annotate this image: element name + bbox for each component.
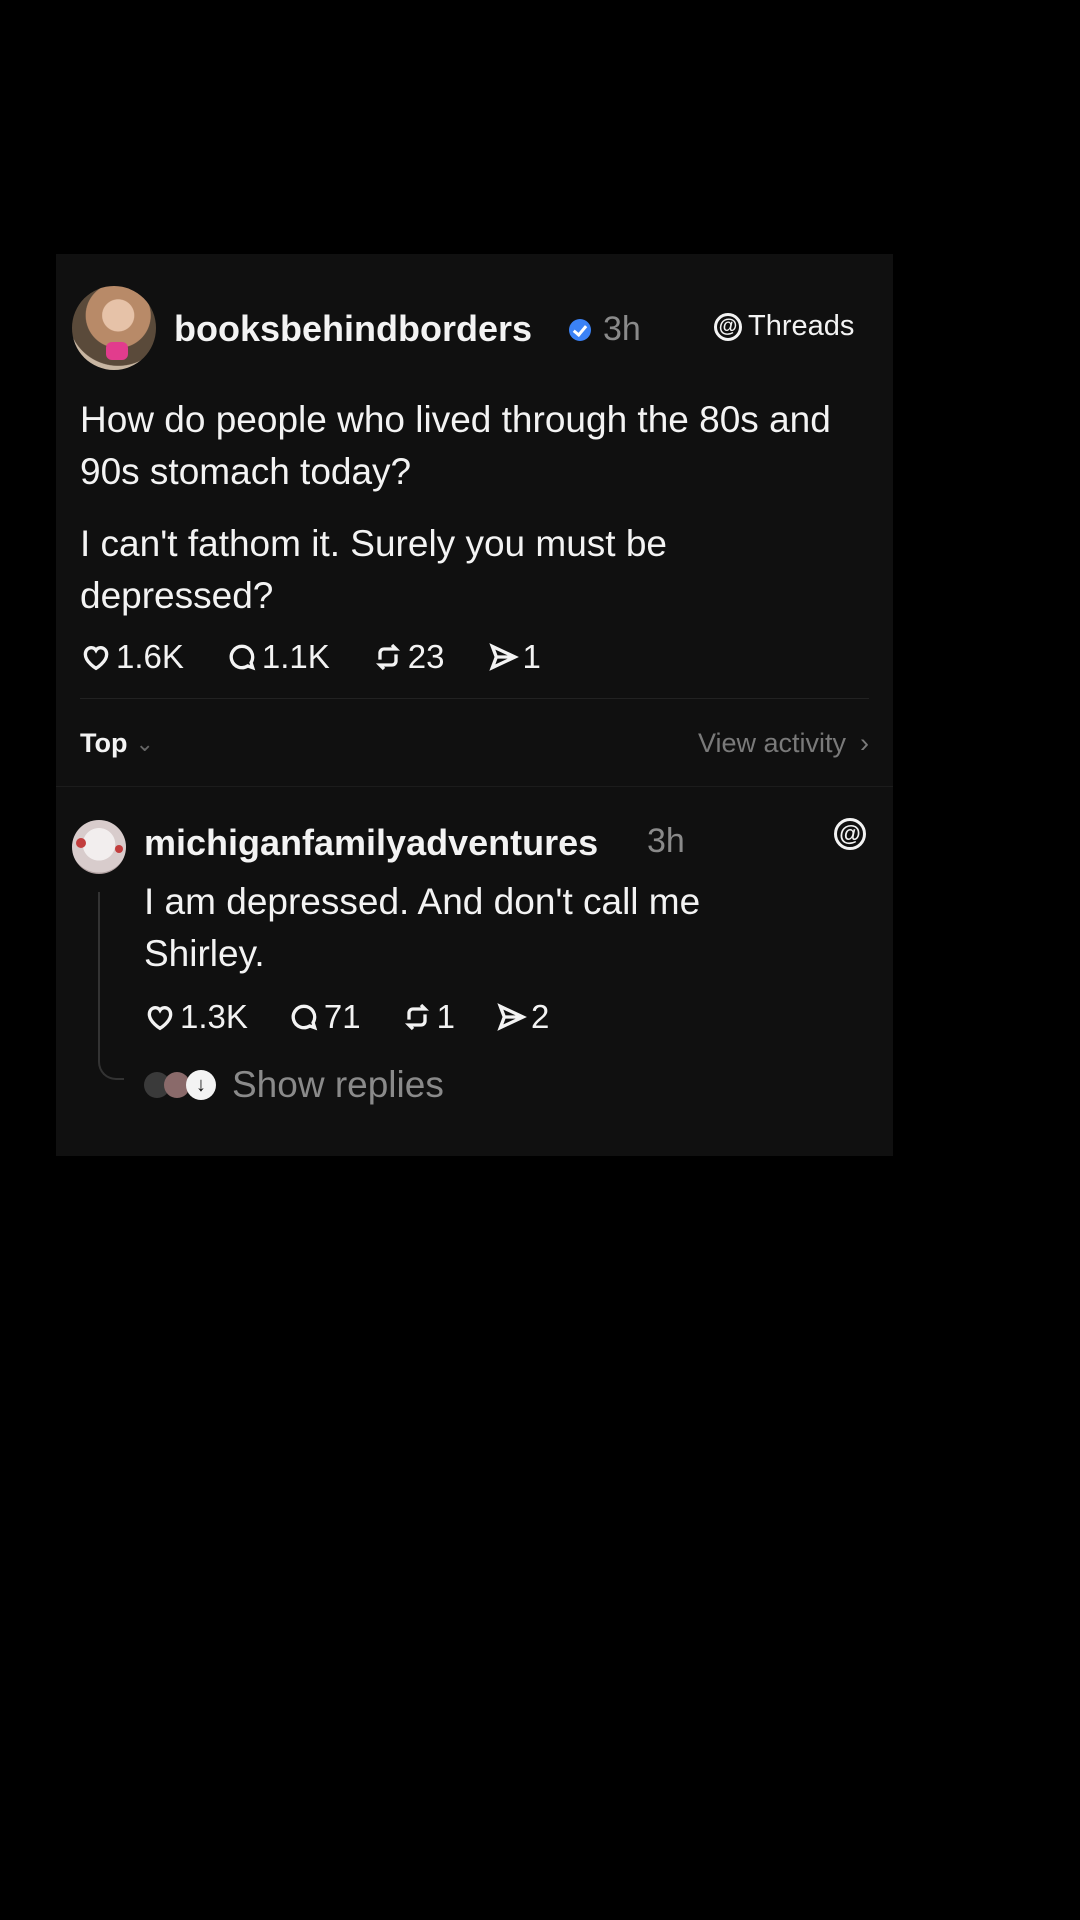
reply-repost-count: 1 — [436, 998, 455, 1035]
reply-share-count: 2 — [530, 998, 550, 1035]
share-icon — [497, 1003, 527, 1031]
heart-icon — [147, 1005, 173, 1031]
reply-actions: 1.3K 71 1 2 — [144, 998, 589, 1036]
author-avatar[interactable] — [72, 286, 156, 370]
reply-avatar[interactable] — [72, 820, 126, 874]
repost-icon — [375, 643, 400, 671]
comment-icon — [291, 1004, 318, 1031]
chevron-right-icon: › — [860, 728, 869, 758]
view-activity-label: View activity — [697, 728, 846, 758]
share-count: 1 — [522, 638, 541, 675]
sort-dropdown[interactable]: Top ⌄ — [80, 728, 154, 759]
reply-username[interactable]: michiganfamilyadventures — [144, 822, 598, 864]
reply-like-button[interactable]: 1.3K — [144, 998, 248, 1036]
post-paragraph: I can't fathom it. Surely you must be de… — [80, 523, 667, 616]
comment-count: 1.1K — [261, 638, 330, 675]
reply-comment-count: 71 — [323, 998, 361, 1035]
threads-label: Threads — [748, 310, 855, 342]
comment-icon — [229, 644, 256, 671]
threads-badge[interactable]: @ Threads — [714, 310, 854, 343]
share-button[interactable]: 1 — [487, 638, 541, 676]
view-activity-link[interactable]: View activity › — [698, 728, 869, 759]
post-paragraph: How do people who lived through the 80s … — [80, 399, 831, 492]
repost-button[interactable]: 23 — [372, 638, 445, 676]
sort-label: Top — [80, 728, 128, 758]
reply-avatars: ↓ — [144, 1068, 216, 1102]
post-body: How do people who lived through the 80s … — [80, 394, 860, 642]
threads-post-card: booksbehindborders 3h @ Threads How do p… — [56, 254, 893, 1156]
repost-icon — [404, 1003, 429, 1031]
show-replies-button[interactable]: ↓ Show replies — [144, 1064, 444, 1106]
divider — [56, 786, 893, 787]
reply-body: I am depressed. And don't call me Shirle… — [144, 881, 701, 974]
reply-time: 3h — [647, 822, 685, 860]
reply-comment-button[interactable]: 71 — [288, 998, 361, 1036]
like-button[interactable]: 1.6K — [80, 638, 184, 676]
threads-icon: @ — [714, 312, 742, 341]
divider — [80, 698, 869, 699]
comment-button[interactable]: 1.1K — [226, 638, 330, 676]
reply-share-button[interactable]: 2 — [495, 998, 549, 1036]
reply-like-count: 1.3K — [180, 998, 248, 1035]
reply-thread-line — [98, 892, 124, 1080]
chevron-down-icon: ⌄ — [135, 730, 154, 756]
share-icon — [488, 643, 519, 671]
threads-icon[interactable]: @ — [834, 818, 866, 850]
post-time: 3h — [603, 310, 641, 348]
repost-count: 23 — [407, 638, 445, 675]
show-replies-label: Show replies — [232, 1064, 444, 1105]
author-username[interactable]: booksbehindborders — [174, 308, 532, 350]
heart-icon — [83, 645, 109, 671]
like-count: 1.6K — [116, 638, 184, 675]
verified-icon — [569, 319, 591, 341]
reply-repost-button[interactable]: 1 — [401, 998, 455, 1036]
arrow-down-icon: ↓ — [186, 1070, 216, 1100]
post-actions: 1.6K 1.1K 23 1 — [80, 638, 583, 676]
